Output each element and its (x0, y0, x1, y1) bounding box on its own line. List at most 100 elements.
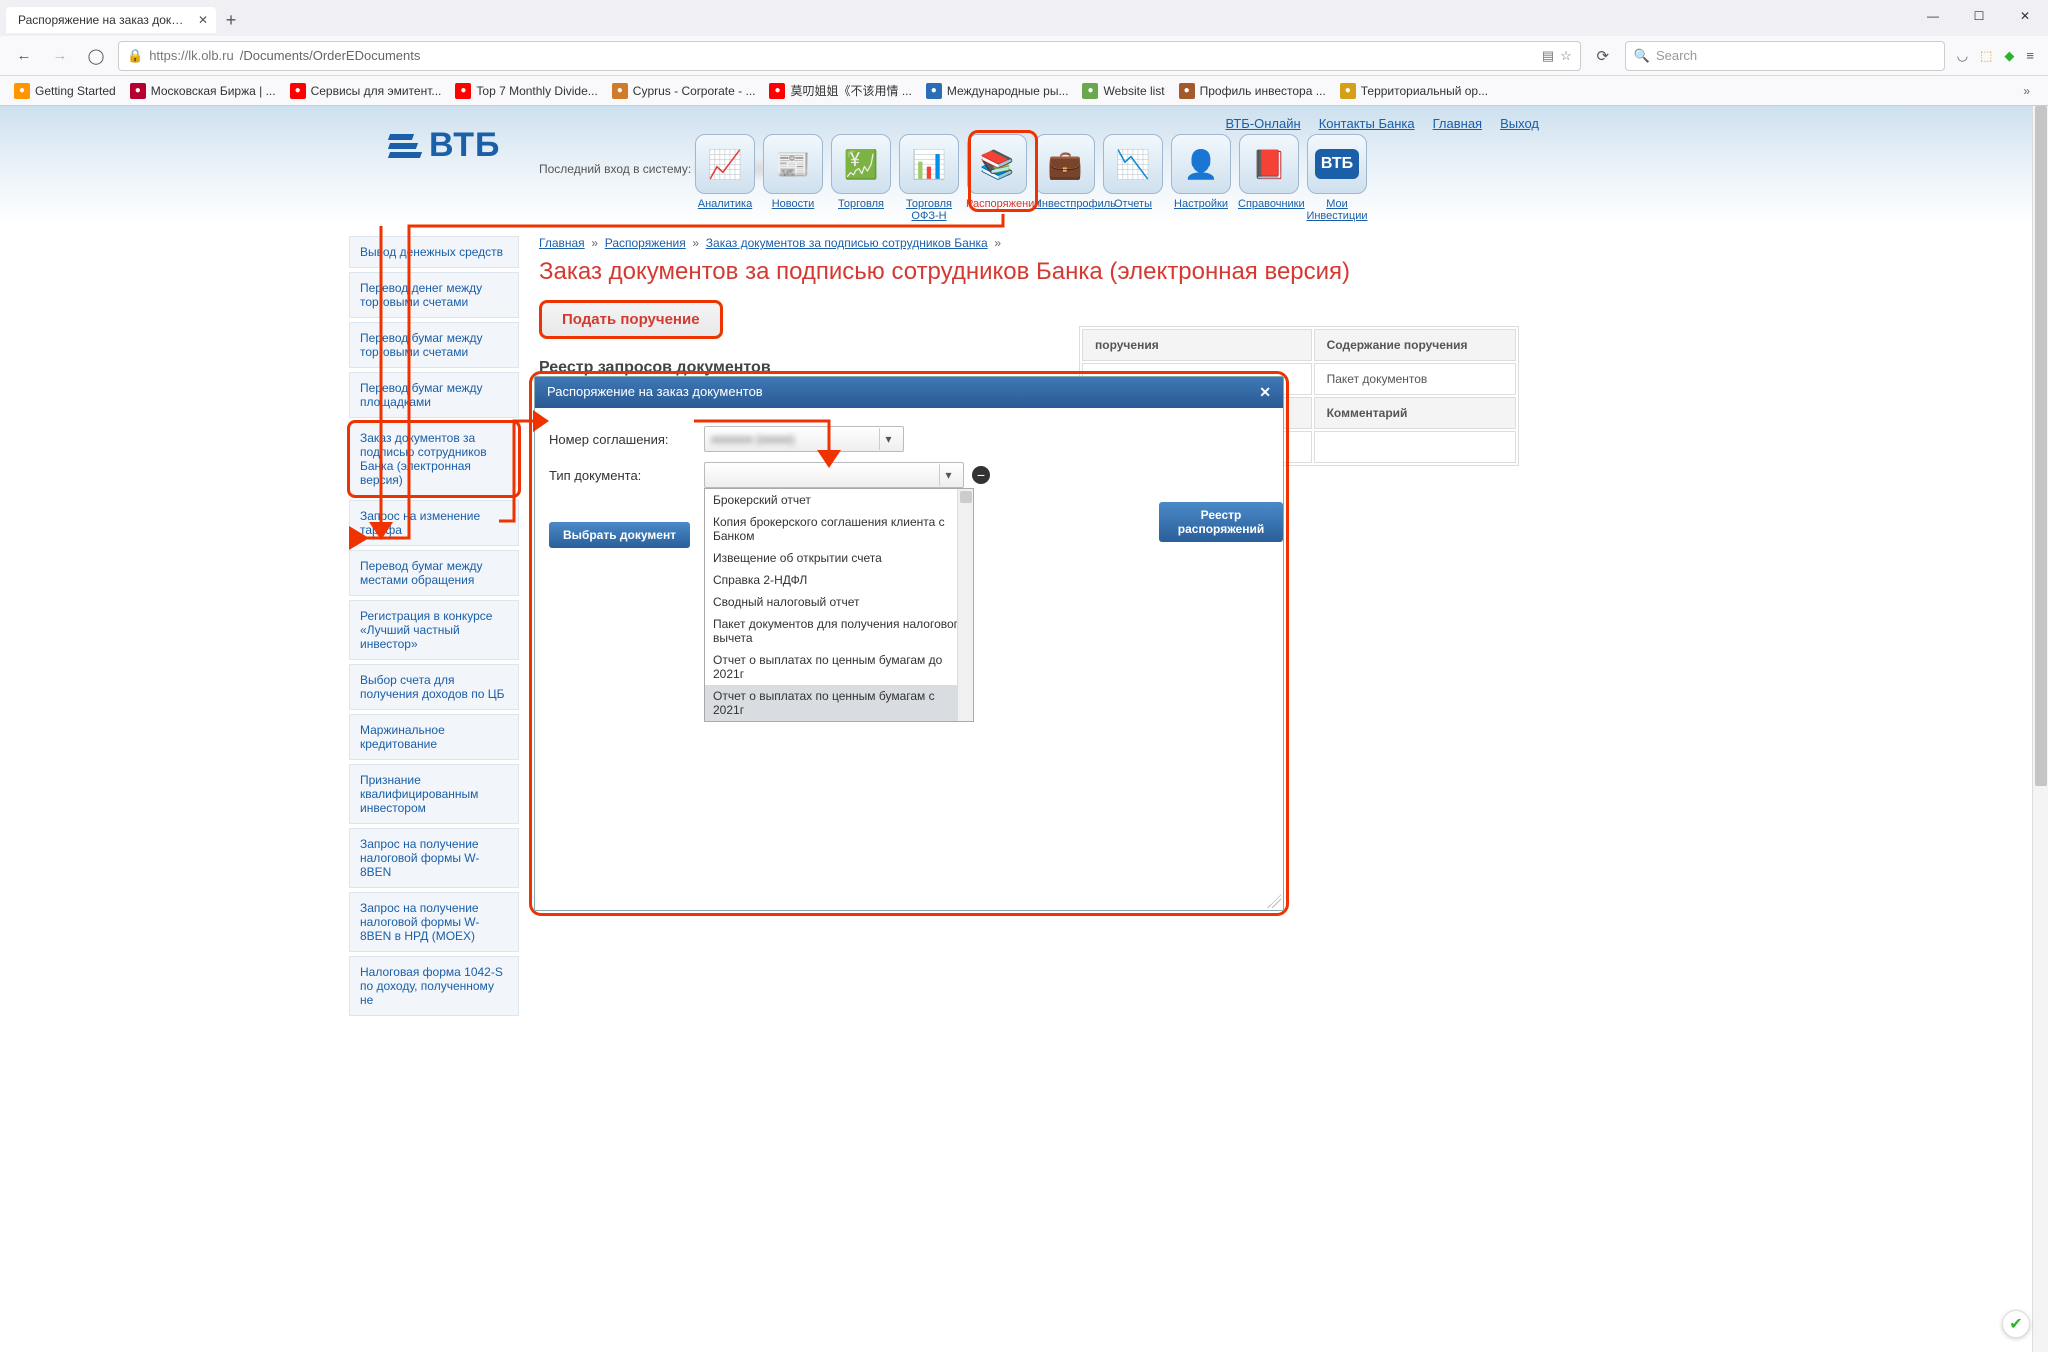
pocket-icon[interactable]: ◡ (1957, 48, 1968, 64)
breadcrumb-p1[interactable]: Распоряжения (605, 236, 686, 250)
bookmark-star-icon[interactable]: ☆ (1560, 48, 1572, 64)
breadcrumb-p2[interactable]: Заказ документов за подписью сотрудников… (706, 236, 988, 250)
sidebar-item[interactable]: Регистрация в конкурсе «Лучший частный и… (349, 600, 519, 660)
sidebar-item[interactable]: Перевод бумаг между местами обращения (349, 550, 519, 596)
browser-tab[interactable]: Распоряжение на заказ документо ✕ (6, 7, 216, 33)
modal-close-icon[interactable]: ✕ (1259, 384, 1271, 401)
window-minimize-button[interactable]: — (1910, 0, 1956, 32)
nav-icon-Настройки[interactable]: 👤Настройки (1170, 134, 1232, 222)
bookmarks-overflow-icon[interactable]: » (2013, 84, 2040, 98)
annotation-modal-highlight: Распоряжение на заказ документов ✕ Номер… (529, 371, 1289, 916)
window-maximize-button[interactable]: ☐ (1956, 0, 2002, 32)
vtb-logo[interactable]: ВТБ (389, 126, 500, 165)
page-scrollbar[interactable] (2032, 106, 2048, 1352)
sidebar-item[interactable]: Запрос на получение налоговой формы W-8B… (349, 828, 519, 888)
doctype-option[interactable]: Сводный налоговый отчет (705, 591, 973, 613)
order-modal: Распоряжение на заказ документов ✕ Номер… (534, 376, 1284, 911)
reload-button[interactable]: ⟳ (1589, 42, 1617, 70)
doctype-option[interactable]: Отчет о выплатах по ценным бумагам до 20… (705, 649, 973, 685)
new-tab-button[interactable]: + (216, 10, 246, 31)
doctype-option[interactable]: Отчет о выплатах по ценным бумагам с 202… (705, 685, 973, 721)
browser-search-box[interactable]: 🔍 Search (1625, 41, 1945, 71)
bookmark-item[interactable]: ●Getting Started (8, 79, 122, 102)
page-title: Заказ документов за подписью сотрудников… (539, 258, 1699, 286)
extension-icon-1[interactable]: ⬚ (1980, 48, 1992, 64)
extension-icon-2[interactable]: ◆ (2004, 48, 2014, 64)
nav-icon-Торговля ОФЗ-Н[interactable]: 📊Торговля ОФЗ-Н (898, 134, 960, 222)
nav-icon-Торговля[interactable]: 💹Торговля (830, 134, 892, 222)
search-icon: 🔍 (1634, 48, 1650, 64)
bookmark-item[interactable]: ●莫叨姐姐《不该用情 ... (763, 79, 917, 102)
sidebar-item[interactable]: Налоговая форма 1042-S по доходу, получе… (349, 956, 519, 1016)
nav-icon-Инвестпрофиль[interactable]: 💼Инвестпрофиль (1034, 134, 1096, 222)
menu-icon[interactable]: ≡ (2026, 48, 2034, 64)
top-link[interactable]: ВТБ-Онлайн (1226, 116, 1301, 131)
sidebar-item[interactable]: Запрос на изменение тарифа (349, 500, 519, 546)
bookmark-item[interactable]: ●Top 7 Monthly Divide... (449, 79, 603, 102)
nav-icon-Отчеты[interactable]: 📉Отчеты (1102, 134, 1164, 222)
top-link[interactable]: Контакты Банка (1319, 116, 1415, 131)
doctype-dropdown: Брокерский отчетКопия брокерского соглаш… (704, 488, 974, 722)
chevron-down-icon: ▾ (879, 428, 897, 450)
search-placeholder: Search (1656, 48, 1697, 63)
url-path: /Documents/OrderEDocuments (240, 48, 421, 63)
bookmarks-bar: ●Getting Started●Московская Биржа | ...●… (0, 76, 2048, 106)
dropdown-scrollbar[interactable] (957, 489, 973, 721)
nav-forward-button: → (46, 42, 74, 70)
doctype-option[interactable]: Брокерский отчет (705, 489, 973, 511)
sidebar-item[interactable]: Перевод бумаг между площадками (349, 372, 519, 418)
top-link[interactable]: Выход (1500, 116, 1539, 131)
nav-icon-Распоряжения[interactable]: 📚Распоряжения (966, 134, 1028, 222)
doctype-option[interactable]: Извещение об открытии счета (705, 547, 973, 569)
bg-col-2: Содержание поручения (1314, 329, 1516, 361)
doctype-label: Тип документа: (549, 468, 704, 483)
bookmark-item[interactable]: ●Сервисы для эмитент... (284, 79, 448, 102)
sidebar-item[interactable]: Запрос на получение налоговой формы W-8B… (349, 892, 519, 952)
bookmark-item[interactable]: ●Территориальный ор... (1334, 79, 1494, 102)
submit-order-button[interactable]: Подать поручение (539, 300, 723, 339)
sidebar-item[interactable]: Перевод денег между торговыми счетами (349, 272, 519, 318)
chevron-down-icon: ▾ (939, 464, 957, 486)
address-bar[interactable]: 🔒 https://lk.olb.ru/Documents/OrderEDocu… (118, 41, 1581, 71)
security-badge-icon[interactable]: ✔ (2002, 1310, 2030, 1338)
url-host: https://lk.olb.ru (149, 48, 234, 63)
breadcrumb-home[interactable]: Главная (539, 236, 585, 250)
sidebar-item[interactable]: Маржинальное кредитование (349, 714, 519, 760)
tab-title: Распоряжение на заказ документо (18, 13, 211, 27)
remove-doctype-icon[interactable]: − (972, 466, 990, 484)
reader-icon[interactable]: ▤ (1542, 48, 1554, 64)
tab-close-icon[interactable]: ✕ (198, 13, 208, 27)
agreement-label: Номер соглашения: (549, 432, 704, 447)
bookmark-item[interactable]: ●Cyprus - Corporate - ... (606, 79, 762, 102)
bookmark-item[interactable]: ●Профиль инвестора ... (1173, 79, 1332, 102)
breadcrumb: Главная » Распоряжения » Заказ документо… (539, 236, 1699, 250)
nav-icon-Справочники[interactable]: 📕Справочники (1238, 134, 1300, 222)
shield-icon[interactable]: ◯ (82, 42, 110, 70)
modal-resize-handle[interactable] (1267, 894, 1281, 908)
bg-col-1: поручения (1082, 329, 1312, 361)
select-document-button[interactable]: Выбрать документ (549, 522, 690, 548)
lock-icon: 🔒 (127, 48, 143, 64)
window-close-button[interactable]: ✕ (2002, 0, 2048, 32)
bookmark-item[interactable]: ●Московская Биржа | ... (124, 79, 282, 102)
bookmark-item[interactable]: ●Международные ры... (920, 79, 1075, 102)
sidebar-item[interactable]: Признание квалифицированным инвестором (349, 764, 519, 824)
doctype-select[interactable]: ▾ Брокерский отчетКопия брокерского согл… (704, 462, 964, 488)
doctype-option[interactable]: Справка 2-НДФЛ (705, 569, 973, 591)
nav-back-button[interactable]: ← (10, 42, 38, 70)
top-link[interactable]: Главная (1433, 116, 1482, 131)
sidebar-item[interactable]: Перевод бумаг между торговыми счетами (349, 322, 519, 368)
nav-icon-Аналитика[interactable]: 📈Аналитика (694, 134, 756, 222)
doctype-option[interactable]: Копия брокерского соглашения клиента с Б… (705, 511, 973, 547)
nav-icon-Мои Инвестиции[interactable]: ВТБМои Инвестиции (1306, 134, 1368, 222)
modal-title: Распоряжение на заказ документов (547, 384, 763, 401)
bookmark-item[interactable]: ●Website list (1076, 79, 1170, 102)
agreement-select[interactable]: xxxxxxx (xxxxx) ▾ (704, 426, 904, 452)
doctype-option[interactable]: Пакет документов для получения налоговог… (705, 613, 973, 649)
sidebar-item[interactable]: Вывод денежных средств (349, 236, 519, 268)
logo-text: ВТБ (429, 126, 500, 165)
registry-button[interactable]: Реестр распоряжений (1159, 502, 1283, 542)
sidebar-item[interactable]: Выбор счета для получения доходов по ЦБ (349, 664, 519, 710)
sidebar-item[interactable]: Заказ документов за подписью сотрудников… (349, 422, 519, 496)
nav-icon-Новости[interactable]: 📰Новости (762, 134, 824, 222)
